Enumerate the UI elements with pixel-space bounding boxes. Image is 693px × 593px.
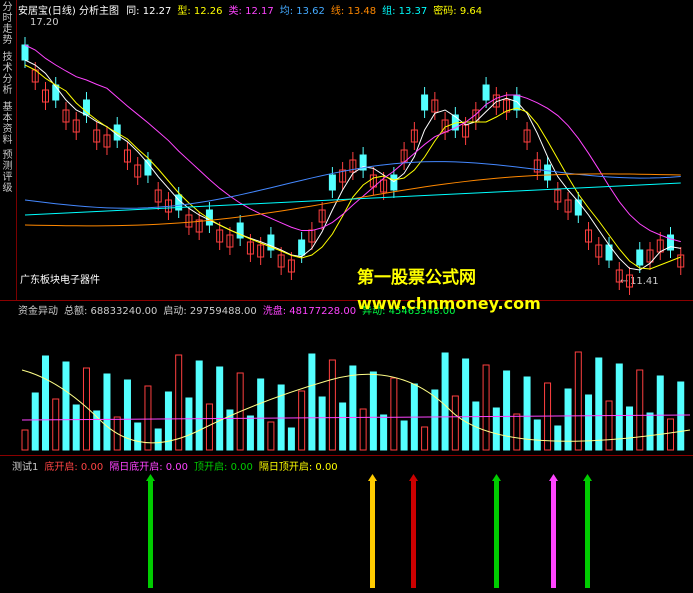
- signal-arrow: [492, 474, 501, 481]
- volume-bar: [574, 351, 582, 451]
- volume-bar: [369, 371, 377, 451]
- candlestick: [544, 164, 552, 181]
- volume-bar: [656, 375, 664, 451]
- signal-bar: [551, 480, 556, 588]
- candlestick: [482, 84, 490, 101]
- volume-bar: [359, 408, 367, 451]
- stock-chart-window: { "side_tabs": [ {"id":"tab-timeshare","…: [0, 0, 693, 593]
- volume-bar: [349, 365, 357, 451]
- volume-bar: [185, 397, 193, 451]
- volume-bar: [400, 420, 408, 451]
- volume-bar: [585, 394, 593, 451]
- volume-bar: [595, 357, 603, 451]
- volume-bar: [636, 369, 644, 451]
- volume-bar: [328, 359, 336, 451]
- signal-bar: [370, 480, 375, 588]
- signal-bar: [494, 480, 499, 588]
- candlestick: [421, 94, 429, 111]
- watermark-url: www.chnmoney.com: [357, 294, 541, 313]
- signal-arrow: [583, 474, 592, 481]
- volume-bar: [62, 361, 70, 451]
- volume-bar: [72, 404, 80, 451]
- signal-bar: [411, 480, 416, 588]
- volume-bar: [533, 419, 541, 451]
- volume-bar: [103, 373, 111, 451]
- volume-bar: [205, 403, 213, 451]
- signal-arrow: [368, 474, 377, 481]
- volume-bar: [421, 426, 429, 451]
- volume-bar: [52, 398, 60, 451]
- volume-bar: [41, 355, 49, 451]
- volume-bar: [339, 402, 347, 451]
- ma20-line: [24, 44, 681, 243]
- volume-bar: [626, 406, 634, 451]
- volume-bar: [298, 390, 306, 451]
- volume-bar: [513, 413, 521, 451]
- volume-bar: [554, 425, 562, 451]
- candlestick: [390, 174, 398, 191]
- volume-bar: [390, 377, 398, 451]
- candlestick: [298, 239, 306, 256]
- volume-bar: [195, 360, 203, 451]
- signal-arrow: [146, 474, 155, 481]
- volume-bar: [677, 381, 685, 451]
- watermark-title: 第一股票公式网: [357, 268, 476, 288]
- signal-bar: [148, 480, 153, 588]
- volume-bar: [267, 421, 275, 451]
- volume-bar: [451, 395, 459, 451]
- volume-bar: [380, 414, 388, 451]
- volume-bar: [482, 364, 490, 451]
- volume-bar: [246, 415, 254, 451]
- signal-arrow: [409, 474, 418, 481]
- volume-bar: [144, 385, 152, 451]
- volume-bar: [615, 363, 623, 451]
- volume-bar: [134, 422, 142, 451]
- volume-bar: [462, 358, 470, 451]
- signal-arrow: [549, 474, 558, 481]
- volume-bar: [492, 407, 500, 451]
- candlestick: [82, 99, 90, 116]
- volume-bar: [257, 378, 265, 451]
- volume-bar: [646, 412, 654, 451]
- volume-bar: [31, 392, 39, 451]
- candlestick: [328, 174, 336, 191]
- chart-canvas: [21, 37, 691, 588]
- volume-bar: [21, 429, 29, 451]
- signal-bar: [585, 480, 590, 588]
- volume-bar: [154, 428, 162, 451]
- volume-bar: [605, 400, 613, 451]
- volume-bar: [318, 396, 326, 451]
- volume-bar: [503, 370, 511, 451]
- volume-bar: [287, 427, 295, 451]
- candlestick: [21, 44, 29, 61]
- volume-bar: [308, 353, 316, 451]
- volume-bar: [667, 418, 675, 451]
- candlestick: [144, 159, 152, 176]
- volume-bar: [441, 352, 449, 451]
- volume-bar: [216, 366, 224, 451]
- volume-bar: [175, 354, 183, 451]
- candlestick: [636, 249, 644, 266]
